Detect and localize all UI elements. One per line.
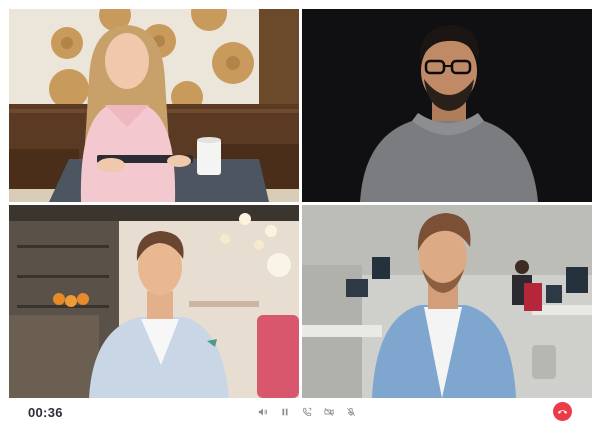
participant-video-feed	[9, 9, 299, 202]
call-timer: 00:36	[28, 405, 63, 420]
speaker-icon	[258, 408, 268, 416]
participant-video-feed	[9, 205, 299, 398]
video-grid	[9, 9, 592, 398]
video-tile-participant-3[interactable]	[9, 205, 299, 398]
transfer-button[interactable]	[300, 405, 314, 419]
speaker-button[interactable]	[256, 405, 270, 419]
video-tile-participant-1[interactable]	[9, 9, 299, 202]
video-tile-participant-2[interactable]	[302, 9, 592, 202]
participant-video-feed	[302, 9, 592, 202]
pause-icon	[282, 408, 288, 416]
mute-button[interactable]	[344, 405, 358, 419]
phone-transfer-icon	[303, 407, 312, 417]
phone-hangup-icon	[557, 410, 568, 414]
hold-button[interactable]	[278, 405, 292, 419]
video-off-icon	[324, 407, 334, 417]
participant-video-feed	[302, 205, 592, 398]
end-call-button[interactable]	[553, 402, 572, 421]
call-control-bar: 00:36	[0, 398, 600, 436]
video-tile-participant-4[interactable]	[302, 205, 592, 398]
mic-off-icon	[346, 407, 356, 417]
call-controls	[256, 405, 366, 419]
video-toggle-button[interactable]	[322, 405, 336, 419]
